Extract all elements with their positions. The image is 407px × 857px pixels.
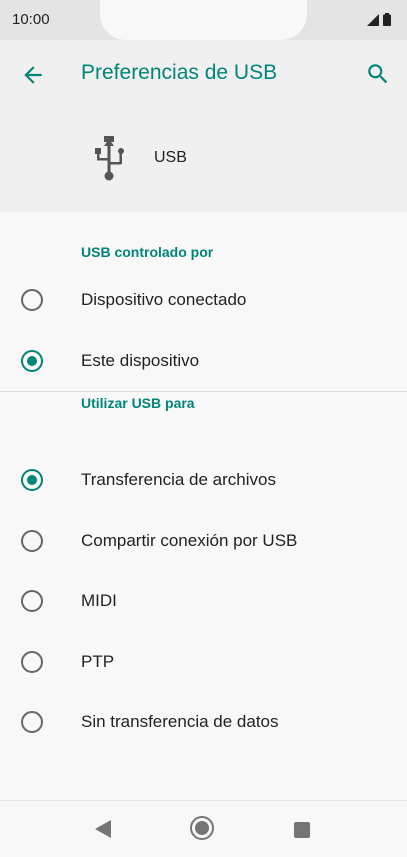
app-header: Preferencias de USB USB — [0, 40, 407, 212]
display-notch — [100, 0, 307, 40]
radio-button-off[interactable] — [21, 651, 43, 673]
divider — [0, 391, 407, 392]
option-label: PTP — [81, 652, 115, 671]
option-label: Este dispositivo — [81, 351, 200, 370]
usb-label: USB — [154, 149, 187, 166]
option-file-transfer[interactable]: Transferencia de archivos — [0, 450, 407, 510]
radio-button-off[interactable] — [21, 530, 43, 552]
radio-button-off[interactable] — [21, 289, 43, 311]
search-icon[interactable] — [365, 61, 391, 87]
page-title: Preferencias de USB — [81, 61, 278, 84]
battery-icon — [383, 13, 391, 26]
option-label: Dispositivo conectado — [81, 290, 247, 309]
option-label: Transferencia de archivos — [81, 470, 276, 489]
radio-button-off[interactable] — [21, 711, 43, 733]
signal-icon — [367, 13, 379, 26]
option-label: MIDI — [81, 591, 117, 610]
section-title-usb-controlled-by: USB controlado por — [81, 244, 214, 260]
nav-back-icon[interactable] — [95, 820, 111, 838]
nav-recents-icon[interactable] — [294, 822, 310, 838]
option-ptp[interactable]: PTP — [0, 632, 407, 692]
option-usb-tethering[interactable]: Compartir conexión por USB — [0, 511, 407, 571]
option-no-data-transfer[interactable]: Sin transferencia de datos — [0, 692, 407, 752]
radio-button-on[interactable] — [21, 350, 43, 372]
status-time: 10:00 — [12, 11, 50, 28]
option-connected-device[interactable]: Dispositivo conectado — [0, 270, 407, 330]
back-arrow-icon[interactable] — [20, 62, 46, 88]
option-label: Compartir conexión por USB — [81, 531, 298, 550]
nav-home-icon[interactable] — [190, 816, 214, 840]
usb-icon — [95, 136, 124, 181]
radio-button-off[interactable] — [21, 590, 43, 612]
status-icons — [367, 13, 391, 26]
option-label: Sin transferencia de datos — [81, 712, 279, 731]
option-midi[interactable]: MIDI — [0, 571, 407, 631]
section-title-use-usb-for: Utilizar USB para — [81, 395, 195, 411]
status-bar: 10:00 — [0, 0, 407, 40]
option-this-device[interactable]: Este dispositivo — [0, 331, 407, 391]
navigation-bar — [0, 800, 407, 857]
radio-button-on[interactable] — [21, 469, 43, 491]
